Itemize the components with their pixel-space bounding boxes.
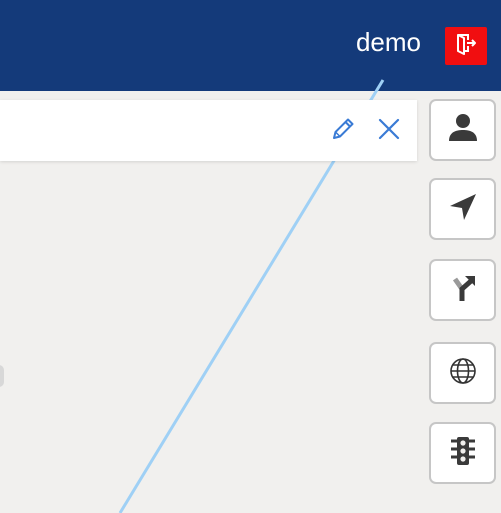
navigation-arrow-icon (446, 190, 480, 229)
pencil-icon (329, 115, 357, 148)
clear-button[interactable] (372, 114, 406, 148)
route-turn-button[interactable] (429, 259, 496, 321)
traffic-button[interactable] (429, 422, 496, 484)
user-profile-button[interactable] (429, 99, 496, 161)
edit-button[interactable] (326, 114, 360, 148)
side-panel-handle[interactable] (0, 365, 4, 387)
search-panel (0, 100, 417, 161)
globe-button[interactable] (429, 342, 496, 404)
top-header-bar: demo (0, 0, 501, 91)
globe-icon (447, 355, 479, 392)
username-label: demo (355, 27, 421, 57)
close-icon (376, 116, 402, 147)
logout-button[interactable] (445, 27, 487, 65)
traffic-light-icon (448, 434, 478, 473)
navigate-button[interactable] (429, 178, 496, 240)
search-input[interactable] (10, 112, 314, 150)
turn-right-icon (446, 271, 480, 310)
logout-icon (454, 32, 478, 61)
user-icon (445, 110, 481, 151)
